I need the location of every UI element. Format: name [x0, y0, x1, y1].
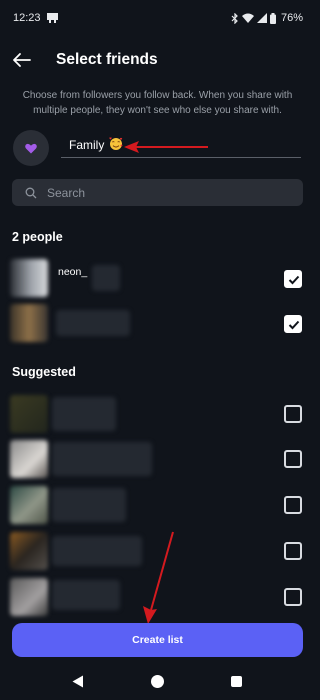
friend-row-suggested-4[interactable]	[0, 532, 315, 572]
bluetooth-icon	[231, 12, 238, 24]
friend-name-redacted	[52, 488, 126, 522]
friend-avatar	[10, 578, 48, 616]
search-box[interactable]	[12, 179, 303, 206]
page-title: Select friends	[56, 51, 158, 68]
signal-icon	[256, 13, 267, 23]
header: Select friends	[0, 44, 315, 76]
search-icon	[25, 187, 37, 198]
friend-avatar	[10, 259, 48, 297]
friend-checkbox[interactable]	[284, 496, 302, 514]
selected-section-title: 2 people	[12, 230, 63, 244]
status-bar: 12:23 76%	[0, 0, 315, 36]
friend-row-suggested-5[interactable]	[0, 578, 315, 618]
friend-checkbox[interactable]	[284, 450, 302, 468]
friend-checkbox[interactable]	[284, 405, 302, 423]
battery-icon	[269, 12, 276, 24]
friend-row-suggested-2[interactable]	[0, 440, 315, 480]
friend-checkbox[interactable]	[284, 542, 302, 560]
checkmark-icon	[288, 320, 300, 330]
nav-recents-icon[interactable]	[231, 676, 242, 687]
checkmark-icon	[288, 275, 300, 285]
friend-avatar	[10, 395, 48, 433]
friend-row-selected-2[interactable]	[0, 304, 315, 344]
friend-row-suggested-3[interactable]	[0, 486, 315, 526]
nav-home-icon[interactable]	[151, 675, 164, 688]
friend-avatar	[10, 304, 48, 342]
list-name-value: Family	[69, 138, 105, 152]
friend-checkbox[interactable]	[284, 315, 302, 333]
friend-name-redacted	[52, 580, 120, 610]
search-input[interactable]	[47, 185, 287, 200]
purple-heart-icon	[25, 143, 37, 153]
list-avatar[interactable]	[13, 130, 49, 166]
friend-name-redacted	[92, 265, 120, 291]
friend-name-redacted	[52, 536, 142, 566]
description-text: Choose from followers you follow back. W…	[22, 90, 293, 116]
friend-avatar	[10, 486, 48, 524]
list-name-field[interactable]: Family	[61, 134, 301, 158]
friend-row-selected-1[interactable]: neon_	[0, 259, 315, 299]
navigation-bar	[0, 665, 315, 700]
create-list-button[interactable]: Create list	[12, 623, 303, 657]
suggested-section-title: Suggested	[12, 365, 76, 379]
friend-row-suggested-1[interactable]	[0, 395, 315, 435]
friend-checkbox[interactable]	[284, 588, 302, 606]
app-notification-icon	[47, 13, 58, 23]
friend-checkbox[interactable]	[284, 270, 302, 288]
wifi-icon	[241, 13, 254, 23]
status-time: 12:23	[13, 12, 41, 24]
battery-level: 76%	[280, 12, 303, 24]
smiling-face-with-hearts-icon	[109, 137, 123, 150]
nav-back-icon[interactable]	[72, 675, 84, 688]
friend-avatar	[10, 532, 48, 570]
back-arrow-icon[interactable]	[10, 48, 34, 72]
friend-name: neon_	[58, 266, 88, 278]
friend-avatar	[10, 440, 48, 478]
friend-name-redacted	[52, 442, 152, 476]
friend-name-redacted	[52, 397, 116, 431]
friend-name-redacted	[56, 310, 130, 336]
